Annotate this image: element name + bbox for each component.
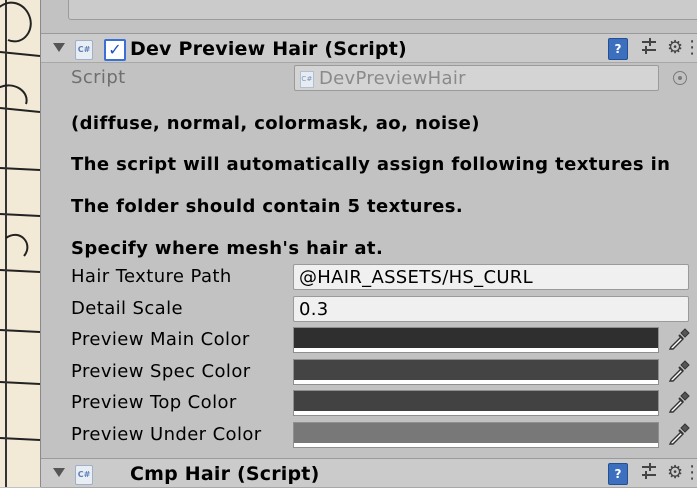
gear-icon[interactable]: ⚙⋮ <box>667 463 697 483</box>
preview-top-color-swatch[interactable] <box>293 390 659 416</box>
csharp-script-icon: C# <box>75 465 93 485</box>
next-component-header[interactable]: C# Cmp Hair (Script) ? ⚙⋮ <box>41 458 697 488</box>
eyedropper-icon[interactable] <box>667 390 691 414</box>
component-header[interactable]: C# ✓ Dev Preview Hair (Script) ? ⚙⋮ <box>41 33 697 63</box>
color-fill <box>294 391 658 411</box>
foldout-arrow-icon[interactable] <box>53 43 65 52</box>
object-picker-icon[interactable] <box>673 71 687 85</box>
color-fill <box>294 328 658 348</box>
scene-view-strip <box>0 0 40 487</box>
script-object-field[interactable]: C# DevPreviewHair <box>294 65 659 91</box>
scene-sketch <box>0 0 40 487</box>
color-fill <box>294 423 658 443</box>
csharp-script-icon: C# <box>75 40 93 60</box>
csharp-file-icon: C# <box>300 70 314 88</box>
component-enabled-checkbox[interactable]: ✓ <box>104 39 126 61</box>
eyedropper-icon[interactable] <box>667 359 691 383</box>
help-text-line: The folder should contain 5 textures. <box>71 196 464 217</box>
script-label: Script <box>71 67 126 88</box>
previous-component-box <box>68 0 697 20</box>
preset-sliders-icon[interactable] <box>640 38 658 58</box>
eyedropper-icon[interactable] <box>667 327 691 351</box>
eyedropper-icon[interactable] <box>667 422 691 446</box>
preview-main-color-swatch[interactable] <box>293 327 659 353</box>
hair-texture-path-input[interactable]: @HAIR_ASSETS/HS_CURL <box>293 264 689 290</box>
detail-scale-label: Detail Scale <box>71 298 183 319</box>
preview-spec-color-swatch[interactable] <box>293 359 659 385</box>
inspector-panel: C# ✓ Dev Preview Hair (Script) ? ⚙⋮ Scri… <box>40 0 697 488</box>
help-book-icon[interactable]: ? <box>608 463 628 485</box>
preview-spec-color-label: Preview Spec Color <box>71 361 251 382</box>
preview-under-color-swatch[interactable] <box>293 422 659 448</box>
detail-scale-input[interactable]: 0.3 <box>293 296 689 322</box>
foldout-arrow-icon[interactable] <box>53 468 65 477</box>
alpha-bar <box>294 443 658 447</box>
preview-main-color-label: Preview Main Color <box>71 329 250 350</box>
script-object-value: DevPreviewHair <box>319 68 466 89</box>
help-text-line: The script will automatically assign fol… <box>71 154 671 175</box>
help-text-line: (diffuse, normal, colormask, ao, noise) <box>71 113 480 134</box>
preview-under-color-label: Preview Under Color <box>71 424 262 445</box>
gear-icon[interactable]: ⚙⋮ <box>667 38 697 58</box>
component-title: Dev Preview Hair (Script) <box>130 38 407 60</box>
alpha-bar <box>294 348 658 352</box>
hair-texture-path-label: Hair Texture Path <box>71 266 232 287</box>
help-text-line: Specify where mesh's hair at. <box>71 238 384 259</box>
alpha-bar <box>294 411 658 415</box>
alpha-bar <box>294 380 658 384</box>
preset-sliders-icon[interactable] <box>640 463 658 483</box>
color-fill <box>294 360 658 380</box>
preview-top-color-label: Preview Top Color <box>71 392 237 413</box>
help-book-icon[interactable]: ? <box>608 38 628 60</box>
next-component-title: Cmp Hair (Script) <box>130 463 320 485</box>
